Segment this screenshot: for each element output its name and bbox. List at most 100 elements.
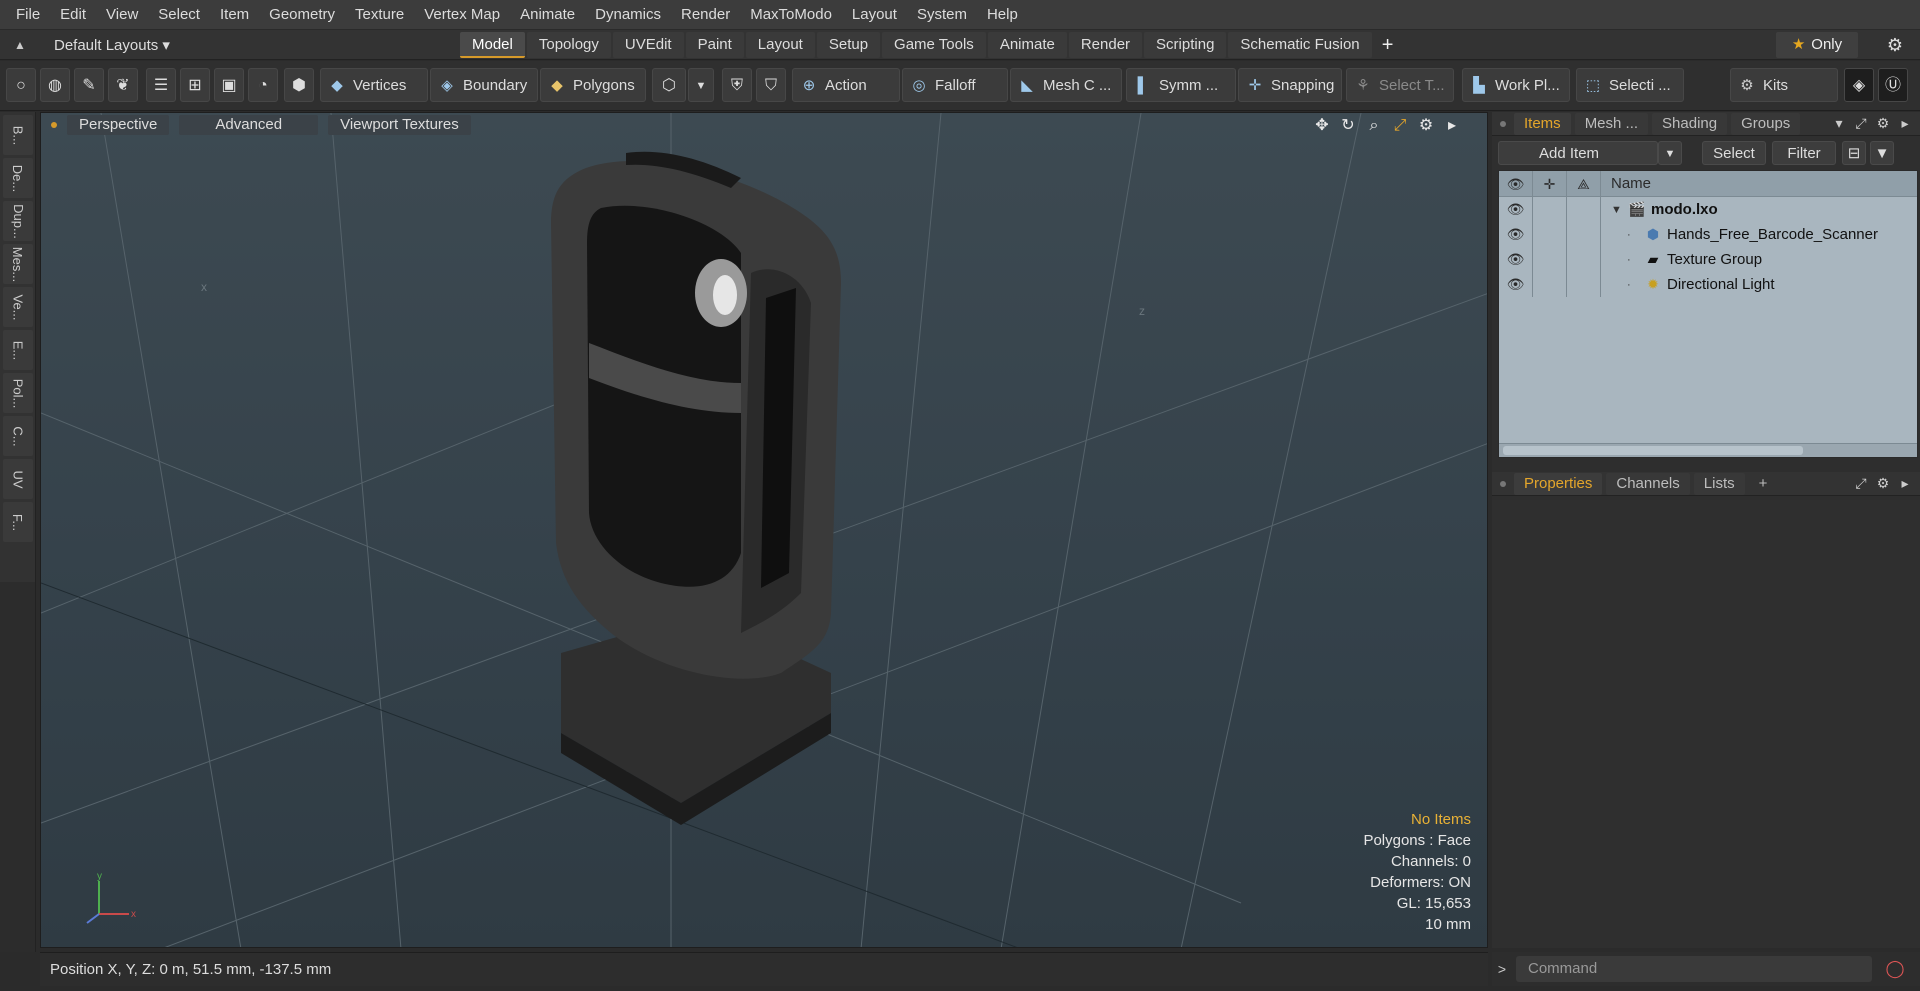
pen-icon[interactable]: ✎ <box>74 68 104 102</box>
3d-viewport[interactable]: x z Perspective Advanced Viewport Textur… <box>40 112 1488 948</box>
sphere-icon[interactable]: ◔ <box>248 68 278 102</box>
tabs-overflow-chevron-icon[interactable]: ▾ <box>1828 115 1850 132</box>
menu-file[interactable]: File <box>6 0 50 30</box>
menu-item[interactable]: Item <box>210 0 259 30</box>
menu-edit[interactable]: Edit <box>50 0 96 30</box>
menu-help[interactable]: Help <box>977 0 1028 30</box>
tab-scripting[interactable]: Scripting <box>1144 32 1227 58</box>
left-tab-curve[interactable]: C... <box>3 416 33 456</box>
eye-icon[interactable]: 👁 <box>1499 197 1533 222</box>
only-button[interactable]: ★ Only <box>1776 32 1858 58</box>
left-tab-fusion[interactable]: F... <box>3 502 33 542</box>
tab-schematic-fusion[interactable]: Schematic Fusion <box>1228 32 1372 58</box>
record-macro-icon[interactable]: ◯ <box>1882 956 1908 982</box>
menu-maxtomodo[interactable]: MaxToModo <box>740 0 842 30</box>
align-icon[interactable]: ☰ <box>146 68 176 102</box>
tab-groups[interactable]: Groups <box>1731 112 1801 135</box>
menu-geometry[interactable]: Geometry <box>259 0 345 30</box>
boundary-button[interactable]: ◈ Boundary <box>430 68 538 102</box>
select-tool-button[interactable]: ⚘ Select T... <box>1346 68 1454 102</box>
tab-layout[interactable]: Layout <box>745 32 815 58</box>
left-tab-mesh-edit[interactable]: Mes... <box>3 244 33 284</box>
action-center-button[interactable]: ⊕ Action <box>792 68 900 102</box>
lock-column-icon[interactable]: ✛ <box>1533 170 1567 197</box>
unreal-icon[interactable]: Ⓤ <box>1878 68 1908 102</box>
menu-view[interactable]: View <box>96 0 148 30</box>
add-item-button[interactable]: Add Item <box>1498 141 1658 165</box>
brush-icon[interactable]: ❦ <box>108 68 138 102</box>
tab-model[interactable]: Model <box>460 32 525 58</box>
menu-dynamics[interactable]: Dynamics <box>585 0 671 30</box>
expand-triangle-icon[interactable]: ▼ <box>1611 204 1627 216</box>
command-history-arrow-icon[interactable]: > <box>1492 961 1512 977</box>
add-tab-plus-icon[interactable]: + <box>1749 473 1778 495</box>
viewport-textures-dropdown[interactable]: Viewport Textures <box>328 115 471 135</box>
tab-mesh-ops[interactable]: Mesh ... <box>1574 112 1649 135</box>
collapse-icon[interactable]: ⊟ <box>1842 141 1866 165</box>
left-tab-edge[interactable]: E... <box>3 330 33 370</box>
expand-panel-icon[interactable]: ⤢ <box>1850 475 1872 492</box>
shield-alt-icon[interactable]: ⛉ <box>756 68 786 102</box>
list-item[interactable]: 👁 ▼ 🎬 modo.lxo <box>1499 197 1917 222</box>
snapping-button[interactable]: ✛ Snapping <box>1238 68 1342 102</box>
expand-panel-icon[interactable]: ⤢ <box>1850 115 1872 132</box>
globe-icon[interactable]: ◍ <box>40 68 70 102</box>
collapse-up-icon[interactable]: ▲ <box>0 38 40 52</box>
circle-select-icon[interactable]: ○ <box>6 68 36 102</box>
add-item-chevron-icon[interactable]: ▼ <box>1658 141 1682 165</box>
render-column-icon[interactable]: ⟁ <box>1567 170 1601 197</box>
left-tab-vertex[interactable]: Ve... <box>3 287 33 327</box>
tab-items[interactable]: Items <box>1514 112 1571 135</box>
symmetry-button[interactable]: ▌ Symm ... <box>1126 68 1236 102</box>
panel-menu-dot-icon[interactable] <box>1500 480 1506 487</box>
funnel-icon[interactable]: ▼ <box>1870 141 1894 165</box>
selection-sets-button[interactable]: ⬚ Selecti ... <box>1576 68 1684 102</box>
tab-uvedit[interactable]: UVEdit <box>612 32 684 58</box>
tab-setup[interactable]: Setup <box>816 32 881 58</box>
command-input[interactable]: Command <box>1516 956 1872 982</box>
falloff-button[interactable]: ◎ Falloff <box>902 68 1008 102</box>
tab-channels[interactable]: Channels <box>1606 472 1690 495</box>
grid-snap-icon[interactable]: ⊞ <box>180 68 210 102</box>
tab-render[interactable]: Render <box>1068 32 1143 58</box>
left-tab-polygon[interactable]: Pol... <box>3 373 33 413</box>
add-tab-plus-icon[interactable]: + <box>1374 34 1402 57</box>
polygons-button[interactable]: ◆ Polygons <box>540 68 646 102</box>
panel-gear-icon[interactable]: ⚙ <box>1872 475 1894 492</box>
eye-icon[interactable]: 👁 <box>1499 272 1533 297</box>
menu-layout[interactable]: Layout <box>842 0 907 30</box>
pan-icon[interactable]: ✥ <box>1309 116 1335 136</box>
tab-topology[interactable]: Topology <box>526 32 611 58</box>
frame-icon[interactable]: ▣ <box>214 68 244 102</box>
scrollbar-thumb[interactable] <box>1503 446 1803 455</box>
panel-arrow-icon[interactable]: ▸ <box>1894 475 1916 492</box>
item-mode-icon[interactable]: ⬢ <box>284 68 314 102</box>
tab-paint[interactable]: Paint <box>685 32 744 58</box>
viewport-gear-icon[interactable]: ⚙ <box>1413 116 1439 136</box>
panel-gear-icon[interactable]: ⚙ <box>1872 115 1894 132</box>
tab-animate[interactable]: Animate <box>987 32 1067 58</box>
eye-icon[interactable]: 👁 <box>1499 247 1533 272</box>
left-tab-deform[interactable]: De... <box>3 158 33 198</box>
menu-system[interactable]: System <box>907 0 977 30</box>
filter-button[interactable]: Filter <box>1772 141 1836 165</box>
zoom-icon[interactable]: ⌕ <box>1361 116 1387 136</box>
left-tab-uv[interactable]: UV <box>3 459 33 499</box>
list-item[interactable]: 👁 · ⬢ Hands_Free_Barcode_Scanner <box>1499 222 1917 247</box>
select-button[interactable]: Select <box>1702 141 1766 165</box>
tab-lists[interactable]: Lists <box>1693 472 1745 495</box>
menu-vertex-map[interactable]: Vertex Map <box>414 0 510 30</box>
menu-select[interactable]: Select <box>148 0 210 30</box>
tab-shading[interactable]: Shading <box>1652 112 1728 135</box>
menu-animate[interactable]: Animate <box>510 0 585 30</box>
visibility-column-eye-icon[interactable]: 👁 <box>1499 170 1533 197</box>
left-tab-duplicate[interactable]: Dup... <box>3 201 33 241</box>
horizontal-scrollbar[interactable] <box>1499 443 1917 457</box>
list-item[interactable]: 👁 · ✹ Directional Light <box>1499 272 1917 297</box>
material-mode-icon[interactable]: ⬡ <box>652 68 686 102</box>
maximize-icon[interactable]: ⤢ <box>1387 116 1413 136</box>
tab-properties[interactable]: Properties <box>1514 472 1603 495</box>
gear-icon[interactable]: ⚙ <box>1884 34 1906 56</box>
name-column-header[interactable]: Name <box>1601 175 1651 192</box>
eye-icon[interactable]: 👁 <box>1499 222 1533 247</box>
